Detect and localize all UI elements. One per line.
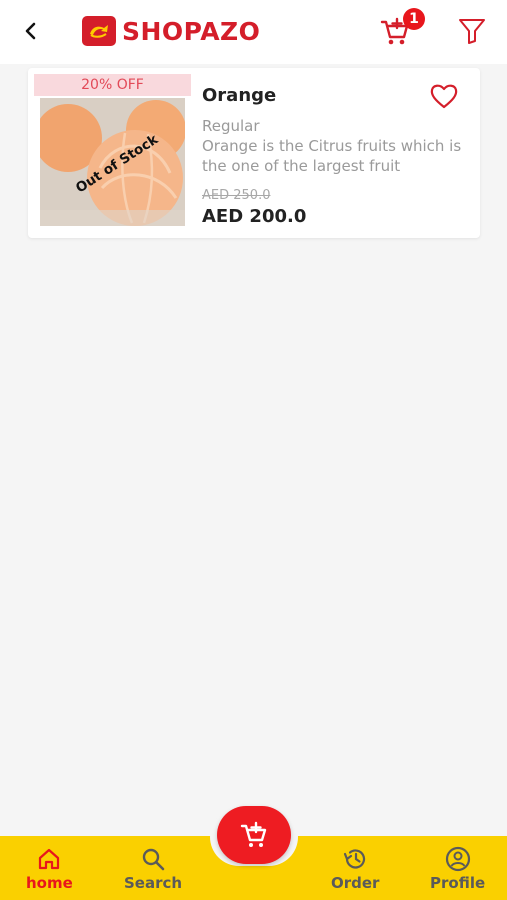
product-image[interactable]: Out of Stock	[40, 98, 185, 226]
nav-item-order[interactable]: Order	[331, 846, 379, 892]
top-app-bar: SHOPAZO 1	[0, 0, 507, 64]
cart-count-badge: 1	[403, 8, 425, 30]
nav-label-order: Order	[331, 874, 380, 892]
profile-icon	[445, 846, 470, 872]
logo-mark-icon	[82, 16, 116, 46]
filter-icon[interactable]	[457, 16, 487, 46]
nav-item-search[interactable]: Search	[124, 846, 182, 892]
back-arrow-icon[interactable]	[18, 18, 44, 44]
new-price: AED 200.0	[202, 206, 307, 227]
cart-add-icon	[240, 821, 267, 847]
product-description: Orange is the Citrus fruits which is the…	[202, 137, 462, 175]
product-variant: Regular	[202, 117, 260, 135]
search-icon	[142, 848, 165, 871]
brand-name: SHOPAZO	[122, 16, 261, 46]
discount-tag: 20% OFF	[34, 74, 191, 96]
nav-item-home[interactable]: home	[26, 846, 73, 892]
home-icon	[39, 848, 60, 870]
nav-label-search: Search	[124, 874, 183, 892]
heart-outline-icon[interactable]	[429, 82, 459, 110]
cart-fab-button[interactable]	[217, 806, 291, 864]
history-icon	[344, 849, 366, 869]
nav-label-home: home	[26, 874, 73, 892]
shopazo-logo: SHOPAZO	[82, 16, 260, 46]
nav-item-profile[interactable]: Profile	[430, 846, 485, 892]
product-card[interactable]: 20% OFF Out of Stock Orange Regular Oran…	[28, 68, 480, 238]
product-name[interactable]: Orange	[202, 85, 276, 106]
nav-label-profile: Profile	[430, 874, 486, 892]
old-price: AED 250.0	[202, 188, 271, 203]
